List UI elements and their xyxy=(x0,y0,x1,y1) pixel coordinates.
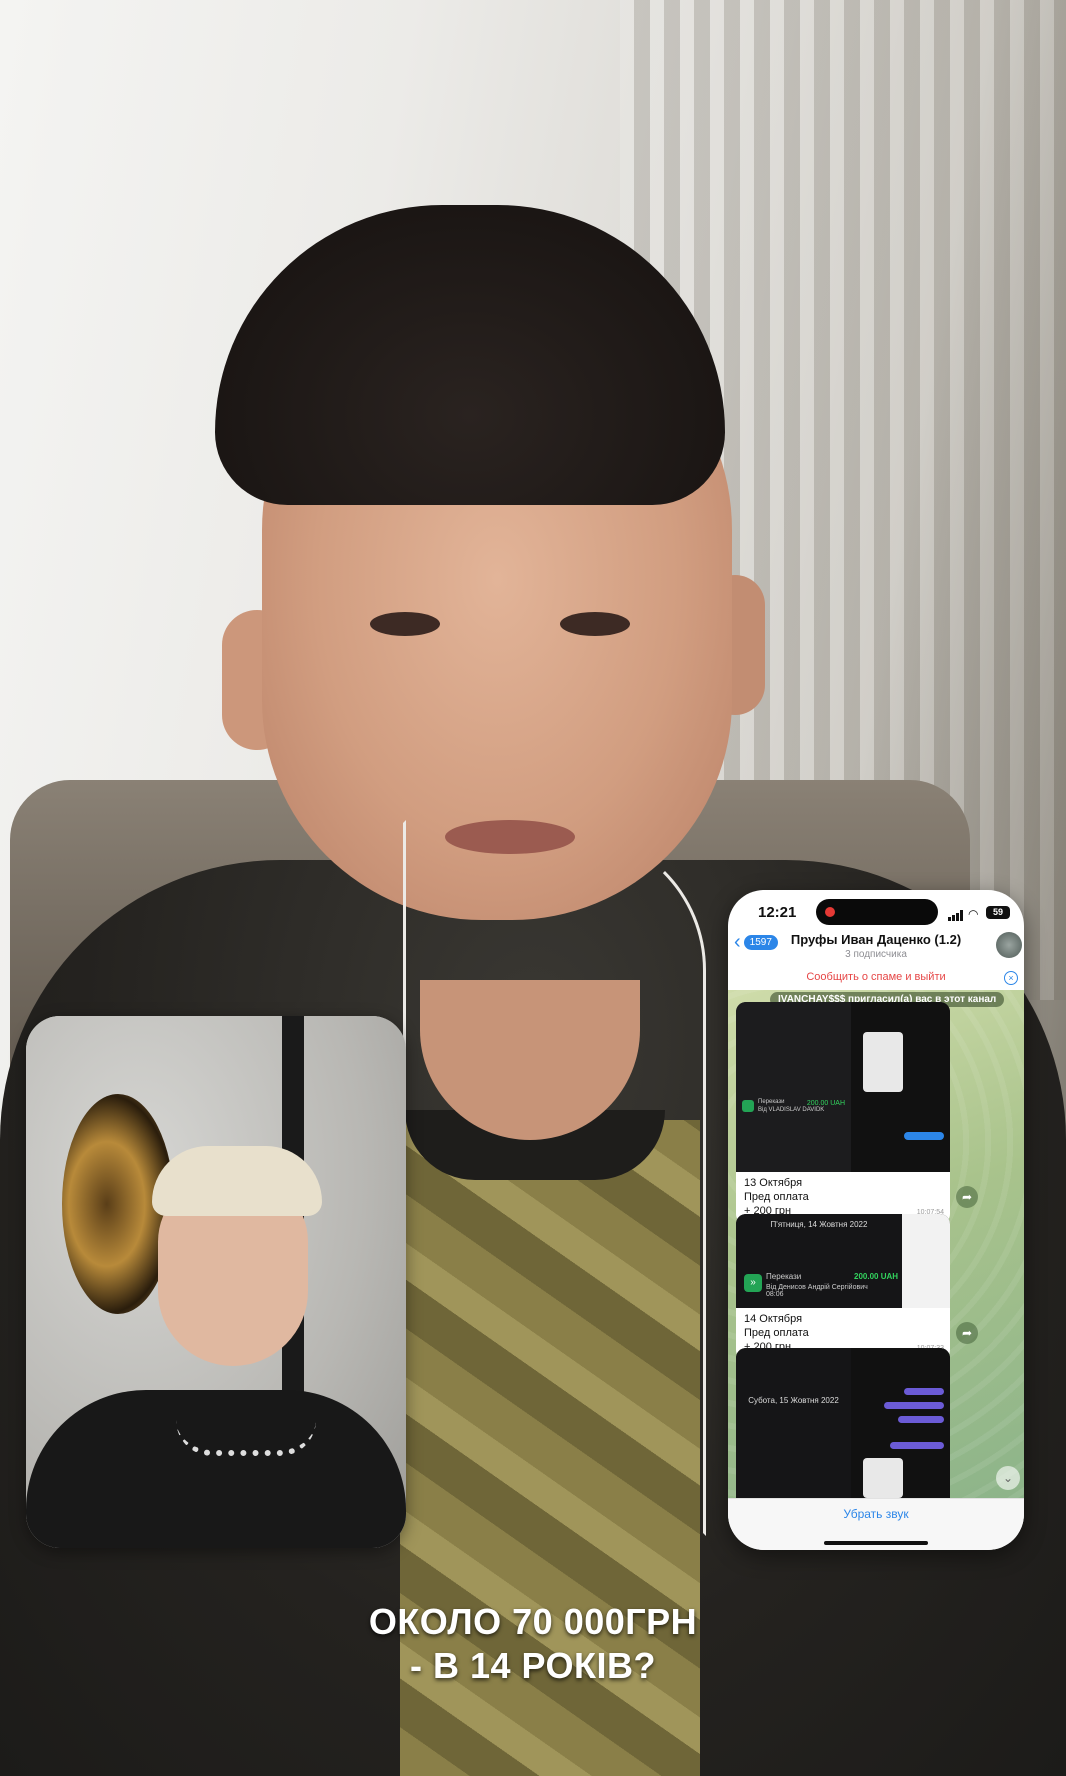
channel-post[interactable]: П'ятниця, 14 Жовтня 2022 » Перекази Від … xyxy=(736,1214,950,1360)
earphone-cable-right xyxy=(560,830,706,1536)
channel-post[interactable]: Перекази Від VLADISLAV DAVIDK 200.00 UAH… xyxy=(736,1002,950,1224)
share-icon[interactable]: ➦ xyxy=(956,1186,978,1208)
media-text: Перекази xyxy=(766,1272,802,1281)
speaker-left-eye xyxy=(370,612,440,636)
pip-person-hoodie xyxy=(26,1390,406,1548)
caption-line-2: - В 14 РОКІВ? xyxy=(409,1645,657,1686)
post-media[interactable]: Субота, 15 Жовтня 2022 xyxy=(736,1348,950,1498)
phone-screenshot: 12:21 ◠ 59 ‹ 1597 Пруфы Иван Даценко (1.… xyxy=(728,890,1024,1550)
media-purple-bubble xyxy=(890,1442,944,1449)
media-purple-bubble xyxy=(904,1388,944,1395)
pip-person-hair xyxy=(152,1146,322,1216)
post-date: 14 Октября xyxy=(744,1313,803,1325)
mute-bar: Убрать звук xyxy=(728,1498,1024,1550)
post-media[interactable]: П'ятниця, 14 Жовтня 2022 » Перекази Від … xyxy=(736,1214,950,1308)
share-icon[interactable]: ➦ xyxy=(956,1322,978,1344)
chat-area[interactable]: IVANCHAY$$$ пригласил(а) вас в этот кана… xyxy=(728,990,1024,1498)
signal-icon xyxy=(948,910,964,921)
media-screenshot-2 xyxy=(851,1348,950,1498)
status-time: 12:21 xyxy=(758,904,797,921)
media-screenshot-1: П'ятниця, 14 Жовтня 2022 » Перекази Від … xyxy=(736,1214,902,1308)
chat-header: ‹ 1597 Пруфы Иван Даценко (1.2) 3 подпис… xyxy=(728,930,1024,966)
report-spam-link[interactable]: Сообщить о спаме и выйти xyxy=(728,971,1024,983)
post-media[interactable]: Перекази Від VLADISLAV DAVIDK 200.00 UAH xyxy=(736,1002,950,1172)
status-bar: 12:21 ◠ 59 xyxy=(728,890,1024,934)
media-date-header: Субота, 15 Жовтня 2022 xyxy=(748,1396,839,1405)
media-date-header: П'ятниця, 14 Жовтня 2022 xyxy=(770,1220,868,1229)
media-purple-bubble xyxy=(898,1416,944,1423)
post-line: Пред оплата xyxy=(744,1327,809,1339)
media-amount: 200.00 UAH xyxy=(806,1100,845,1107)
media-screenshot-1: Перекази Від VLADISLAV DAVIDK 200.00 UAH xyxy=(736,1002,851,1172)
scroll-down-button[interactable]: ⌄ xyxy=(996,1466,1020,1490)
dynamic-island xyxy=(816,899,938,925)
close-icon[interactable]: × xyxy=(1004,971,1018,985)
channel-subscribers: 3 подписчика xyxy=(845,949,907,960)
media-screenshot-2 xyxy=(902,1214,950,1308)
speaker-mouth xyxy=(445,820,575,854)
media-amount: 200.00 UAH xyxy=(854,1272,899,1281)
mute-button[interactable]: Убрать звук xyxy=(728,1507,1024,1521)
back-button[interactable]: ‹ 1597 xyxy=(734,932,778,952)
media-screenshot-1: Субота, 15 Жовтня 2022 xyxy=(736,1348,851,1498)
media-card xyxy=(863,1032,903,1092)
chevron-left-icon: ‹ xyxy=(734,931,741,953)
channel-avatar[interactable] xyxy=(996,932,1022,958)
media-card xyxy=(863,1458,903,1498)
unread-badge: 1597 xyxy=(743,934,778,950)
speaker-right-eye xyxy=(560,612,630,636)
bank-logo-icon xyxy=(742,1100,754,1112)
caption-line-1: ОКОЛО 70 000ГРН xyxy=(368,1601,698,1642)
battery-icon: 59 xyxy=(986,906,1010,919)
media-blue-bubble xyxy=(904,1132,944,1140)
home-indicator xyxy=(824,1541,928,1545)
media-sender: Від Денисов Андрій Сергійович 08:06 xyxy=(766,1284,868,1298)
bank-logo-icon: » xyxy=(744,1274,762,1292)
video-caption: ОКОЛО 70 000ГРН - В 14 РОКІВ? xyxy=(300,1600,766,1688)
channel-post[interactable]: Субота, 15 Жовтня 2022 xyxy=(736,1348,950,1498)
media-screenshot-2 xyxy=(851,1002,950,1172)
recording-dot-icon xyxy=(825,907,835,917)
pip-video-feed[interactable] xyxy=(26,1016,406,1548)
spam-banner: Сообщить о спаме и выйти × xyxy=(728,966,1024,991)
post-line: Пред оплата xyxy=(744,1191,809,1203)
wifi-icon: ◠ xyxy=(968,907,979,921)
media-purple-bubble xyxy=(884,1402,944,1409)
pip-person-chain xyxy=(176,1420,316,1456)
channel-title[interactable]: Пруфы Иван Даценко (1.2) xyxy=(788,932,964,947)
post-date: 13 Октября xyxy=(744,1177,803,1189)
